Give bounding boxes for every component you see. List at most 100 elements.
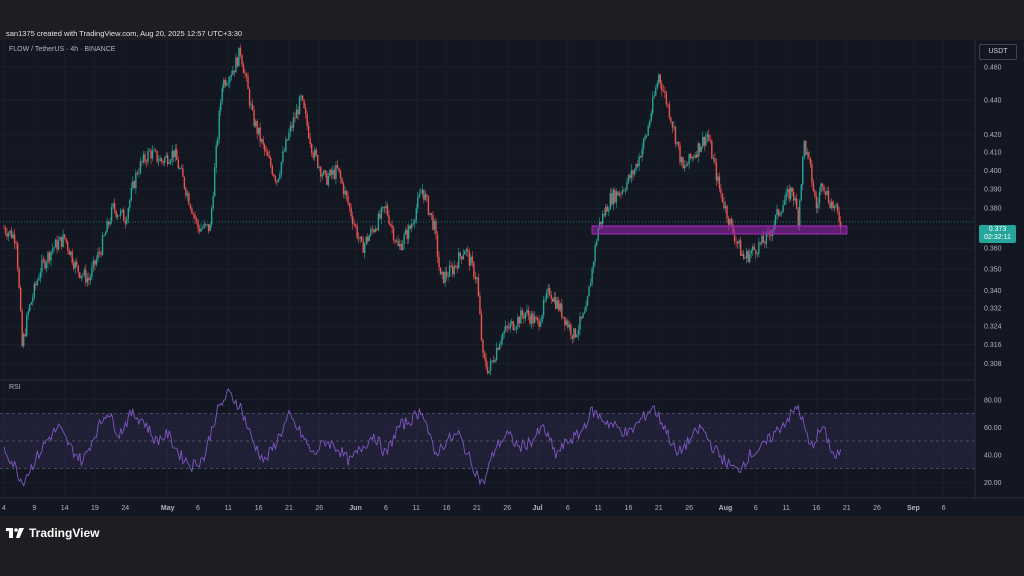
candle-body	[638, 156, 640, 167]
candle-body	[506, 326, 508, 328]
candle-body	[312, 152, 314, 158]
support-zone[interactable]	[591, 225, 848, 235]
candle-body	[709, 140, 712, 142]
candle-body	[432, 215, 434, 230]
candle-body	[341, 178, 343, 184]
candle-body	[19, 287, 22, 311]
candle-body	[347, 195, 349, 204]
candle-body	[533, 316, 536, 324]
candle-body	[300, 95, 302, 97]
candle-body	[459, 252, 461, 257]
candle-body	[400, 243, 402, 251]
candle-body	[270, 158, 272, 167]
candle-body	[762, 235, 765, 243]
candle-body	[394, 240, 396, 242]
candle-body	[56, 239, 58, 250]
candle-body	[109, 221, 111, 225]
candle-body	[780, 212, 783, 214]
candle-body	[318, 167, 320, 168]
candle-body	[398, 243, 401, 247]
candle-body	[9, 230, 11, 234]
candle-body	[803, 140, 806, 157]
candle-body	[357, 237, 360, 239]
candle-body	[24, 334, 26, 336]
candle-body	[524, 312, 527, 319]
candle-body	[192, 213, 195, 215]
candle-body	[503, 331, 505, 334]
symbol-legend[interactable]: FLOW / TetherUS · 4h · BINANCE	[9, 46, 115, 53]
candle-body	[236, 57, 239, 67]
candle-body	[141, 161, 143, 163]
candle-body	[32, 297, 34, 303]
candle-body	[423, 189, 425, 201]
candle-body	[785, 192, 787, 201]
currency-button[interactable]: USDT	[979, 44, 1017, 60]
candle-body	[235, 57, 237, 73]
candle-body	[668, 104, 671, 118]
candle-body	[568, 324, 571, 328]
candle-body	[441, 271, 443, 275]
candle-body	[561, 303, 563, 318]
time-tick-label: 6	[754, 505, 758, 512]
candle-body	[511, 321, 513, 324]
time-tick-label: 6	[942, 505, 946, 512]
candle-body	[13, 234, 16, 244]
candle-body	[251, 104, 254, 110]
candle-body	[720, 188, 722, 194]
candle-body	[273, 174, 275, 177]
candle-body	[326, 172, 328, 185]
candle-body	[314, 149, 316, 158]
candle-body	[301, 95, 304, 101]
candle-body	[97, 252, 99, 260]
candle-body	[380, 208, 383, 219]
candle-body	[185, 188, 187, 196]
brand-logo[interactable]: TradingView	[6, 526, 99, 540]
candle-body	[148, 150, 151, 152]
candle-body	[538, 320, 540, 327]
candle-body	[679, 145, 681, 163]
candle-body	[324, 170, 327, 173]
candle-body	[721, 193, 724, 202]
candle-body	[786, 189, 789, 193]
candle-body	[658, 74, 660, 84]
candle-body	[145, 161, 148, 163]
candle-body	[79, 272, 81, 278]
candle-body	[800, 184, 802, 201]
candle-body	[330, 169, 333, 175]
candle-body	[42, 259, 45, 261]
candle-body	[76, 261, 78, 266]
candle-body	[759, 242, 762, 244]
candle-body	[461, 256, 463, 260]
candle-body	[16, 243, 19, 269]
candle-body	[80, 275, 83, 278]
candle-body	[665, 92, 668, 105]
chart-svg[interactable]: 0.3080.3160.3240.3320.3400.3500.3600.370…	[0, 0, 1024, 576]
rsi-axis-labels: 20.00 40.00 60.00 80.00	[984, 397, 1002, 487]
candle-body	[397, 240, 399, 247]
candle-body	[714, 158, 716, 163]
rsi-indicator-label[interactable]: RSI	[9, 384, 21, 391]
candle-body	[826, 190, 828, 195]
candle-body	[136, 172, 139, 174]
candle-body	[391, 225, 393, 228]
candle-body	[715, 162, 718, 181]
candle-body	[615, 191, 618, 203]
candle-body	[264, 144, 266, 152]
candle-body	[73, 263, 75, 269]
candle-body	[662, 91, 665, 92]
candle-body	[476, 277, 478, 280]
candle-body	[238, 47, 240, 67]
candle-body	[195, 218, 198, 221]
candle-body	[550, 295, 552, 299]
candle-body	[602, 214, 604, 225]
candle-body	[189, 204, 192, 209]
candle-body	[723, 201, 725, 209]
candle-body	[661, 83, 663, 92]
candle-body	[588, 286, 590, 297]
candle-body	[498, 344, 501, 350]
support-zone-rect[interactable]	[591, 225, 848, 235]
candle-body	[650, 113, 652, 121]
price-tick-label: 0.360	[984, 246, 1002, 253]
candle-body	[477, 277, 480, 297]
candle-body	[221, 88, 223, 102]
